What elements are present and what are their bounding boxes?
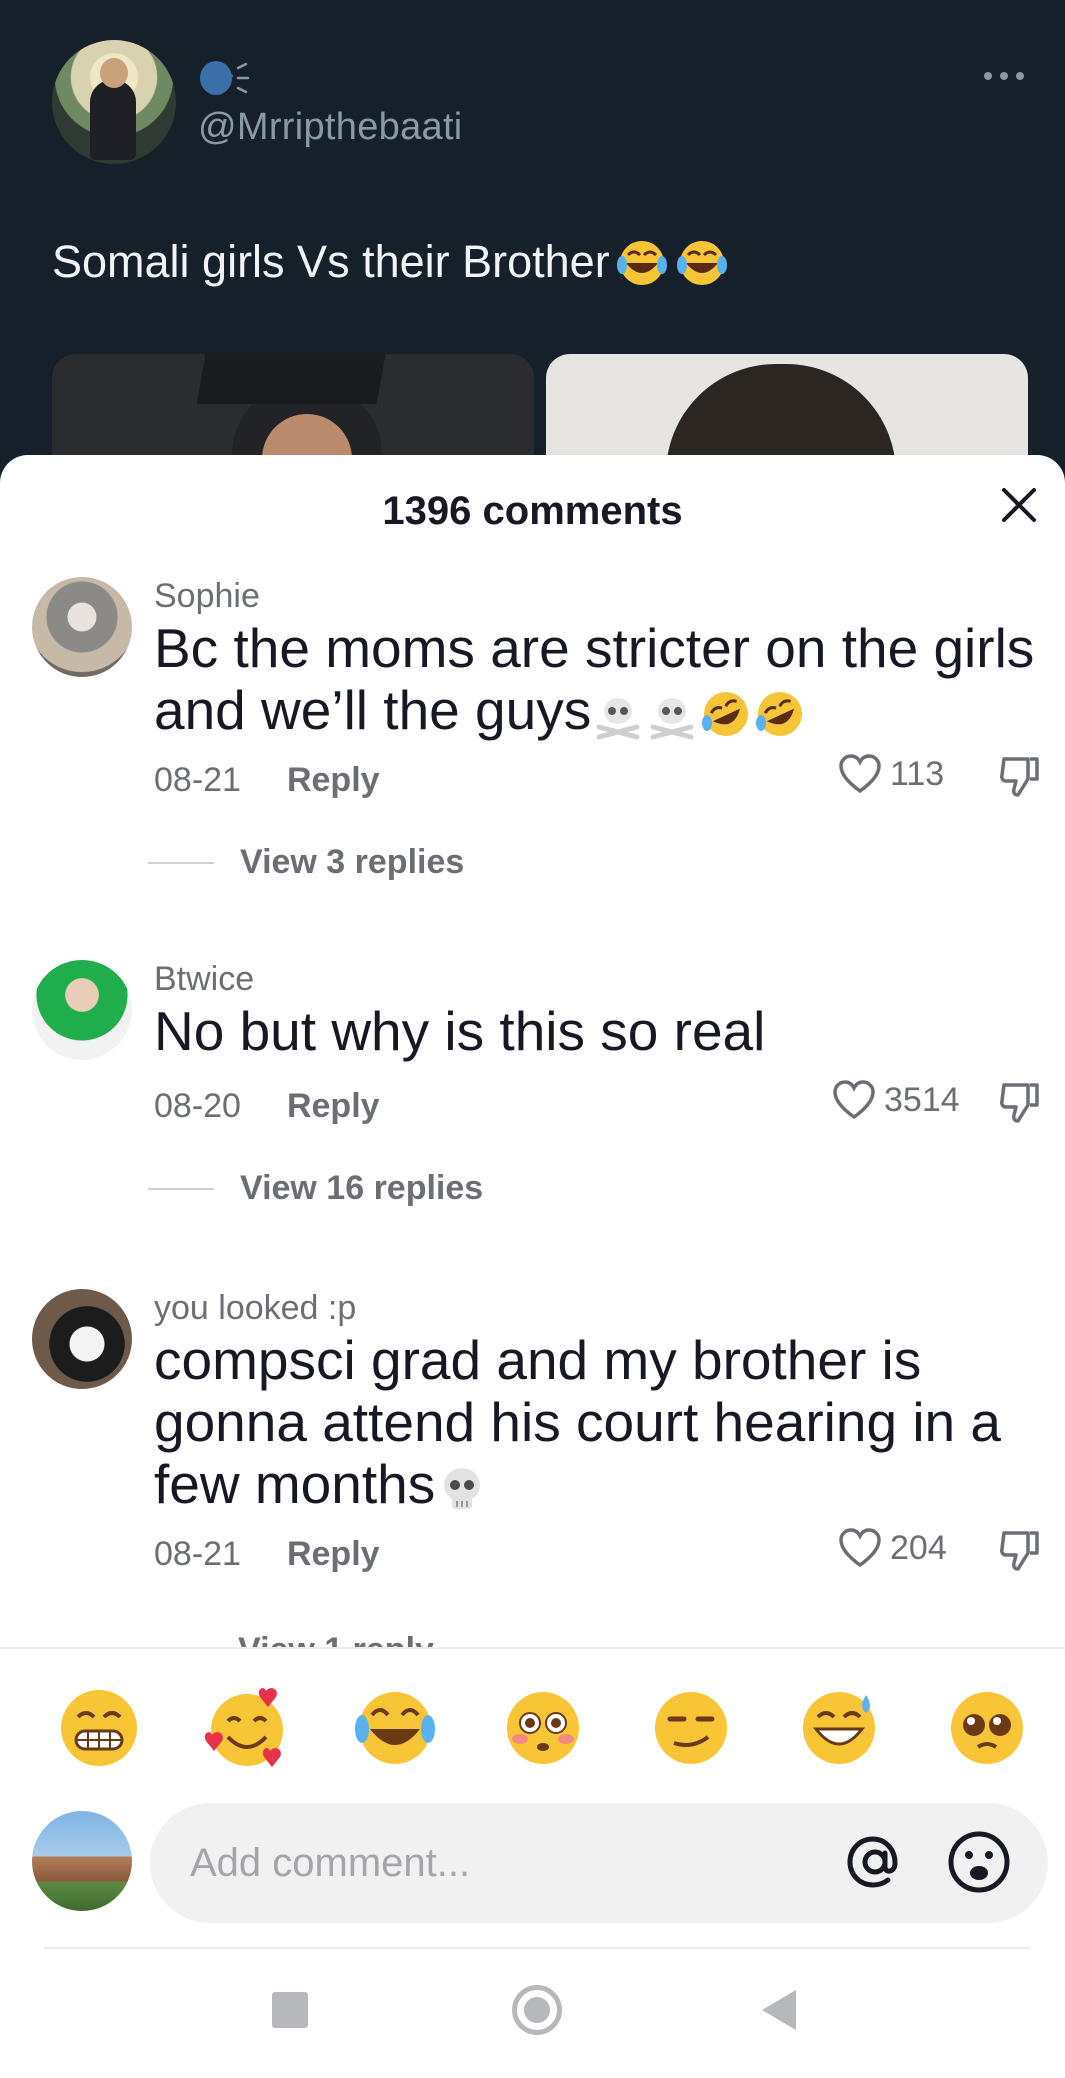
emoji-icon[interactable] <box>944 1827 1014 1897</box>
comment-input[interactable]: Add comment... <box>150 1803 1048 1923</box>
face-with-tears-of-joy-icon[interactable] <box>352 1685 438 1771</box>
grinning-sweat-face-icon[interactable] <box>796 1685 882 1771</box>
commenter-name[interactable]: Sophie <box>154 577 260 616</box>
back-icon[interactable] <box>762 1990 796 2030</box>
image-grad-cap <box>196 354 388 404</box>
recents-icon[interactable] <box>272 1992 308 2028</box>
heart-icon <box>839 1528 881 1568</box>
view-replies-label: View 3 replies <box>240 843 465 881</box>
skull-crossbones-icon <box>650 698 694 740</box>
emoji-quick-bar <box>0 1685 1065 1785</box>
reply-divider-line <box>148 1187 214 1190</box>
comment-meta: 08-21 Reply <box>154 1535 380 1574</box>
more-icon[interactable] <box>984 70 1024 82</box>
view-replies-label: View 1 reply <box>238 1631 434 1647</box>
like-button[interactable]: 3514 <box>832 1079 960 1121</box>
view-replies-label: View 16 replies <box>240 1169 484 1207</box>
grinning-face-icon[interactable] <box>56 1685 142 1771</box>
comment-text: compsci grad and my brother is gonna att… <box>154 1329 1044 1515</box>
face-with-tears-of-joy-icon <box>676 241 727 285</box>
comment-date: 08-21 <box>154 1535 241 1573</box>
reply-button[interactable]: Reply <box>287 1535 380 1574</box>
comment-meta: 08-21 Reply <box>154 761 380 800</box>
tweet-card: @Mrripthebaati Somali girls Vs their Bro… <box>0 0 1065 494</box>
tweet-handle[interactable]: @Mrripthebaati <box>198 106 463 149</box>
comments-count-title: 1396 comments <box>382 489 683 533</box>
view-replies-button[interactable]: View 1 reply <box>154 1625 454 1647</box>
tweet-text-content: Somali girls Vs their Brother <box>52 236 610 287</box>
commenter-avatar[interactable] <box>32 1289 132 1389</box>
commenter-name[interactable]: you looked :p <box>154 1289 356 1328</box>
flushed-face-icon[interactable] <box>500 1685 586 1771</box>
comment-input-placeholder: Add comment... <box>190 1841 471 1885</box>
comment-meta: 08-20 Reply <box>154 1087 380 1126</box>
comment-date: 08-21 <box>154 761 241 799</box>
like-button[interactable]: 204 <box>838 1527 947 1569</box>
comments-sheet: 1396 comments Sophie Bc the moms are str… <box>0 455 1065 2078</box>
bottom-divider <box>44 1947 1030 1949</box>
skull-icon <box>444 1468 481 1510</box>
sheet-divider <box>0 1647 1065 1649</box>
avatar-figure <box>90 80 136 160</box>
reply-button[interactable]: Reply <box>287 1087 380 1126</box>
comment-text-content: compsci grad and my brother is gonna att… <box>154 1329 1001 1515</box>
pleading-face-icon[interactable] <box>944 1685 1030 1771</box>
like-button[interactable]: 113 <box>838 753 944 795</box>
comment-text: Bc the moms are stricter on the girls an… <box>154 617 1044 741</box>
commenter-avatar[interactable] <box>32 960 132 1060</box>
smirking-face-icon[interactable] <box>648 1685 734 1771</box>
comment-text: No but why is this so real <box>154 1000 766 1062</box>
smiling-face-with-hearts-icon[interactable] <box>204 1685 290 1771</box>
reply-button[interactable]: Reply <box>287 761 380 800</box>
rolling-laughing-icon <box>756 692 803 737</box>
tweet-avatar[interactable] <box>52 40 176 164</box>
like-count: 113 <box>890 754 945 793</box>
home-icon[interactable] <box>512 1985 562 2035</box>
face-with-tears-of-joy-icon <box>616 241 667 285</box>
rolling-laughing-icon <box>702 692 749 737</box>
view-replies-button[interactable]: View 16 replies <box>148 1169 483 1208</box>
my-avatar[interactable] <box>32 1811 132 1911</box>
heart-icon <box>833 1080 875 1120</box>
commenter-avatar[interactable] <box>32 577 132 677</box>
comment-date: 08-20 <box>154 1087 241 1125</box>
like-count: 204 <box>890 1528 947 1567</box>
avatar-head <box>100 58 128 88</box>
close-icon[interactable] <box>999 485 1039 525</box>
skull-crossbones-icon <box>596 698 640 740</box>
reply-divider-line <box>148 861 214 864</box>
commenter-name[interactable]: Btwice <box>154 960 254 999</box>
view-replies-button[interactable]: View 3 replies <box>148 843 464 882</box>
like-count: 3514 <box>884 1080 960 1119</box>
at-icon[interactable] <box>840 1827 910 1897</box>
dislike-icon[interactable] <box>998 1081 1042 1127</box>
speaking-head-icon <box>200 61 250 95</box>
screen: @Mrripthebaati Somali girls Vs their Bro… <box>0 0 1065 2078</box>
tweet-text: Somali girls Vs their Brother <box>52 236 730 288</box>
dislike-icon[interactable] <box>998 755 1042 801</box>
heart-icon <box>839 754 881 794</box>
dislike-icon[interactable] <box>998 1529 1042 1575</box>
